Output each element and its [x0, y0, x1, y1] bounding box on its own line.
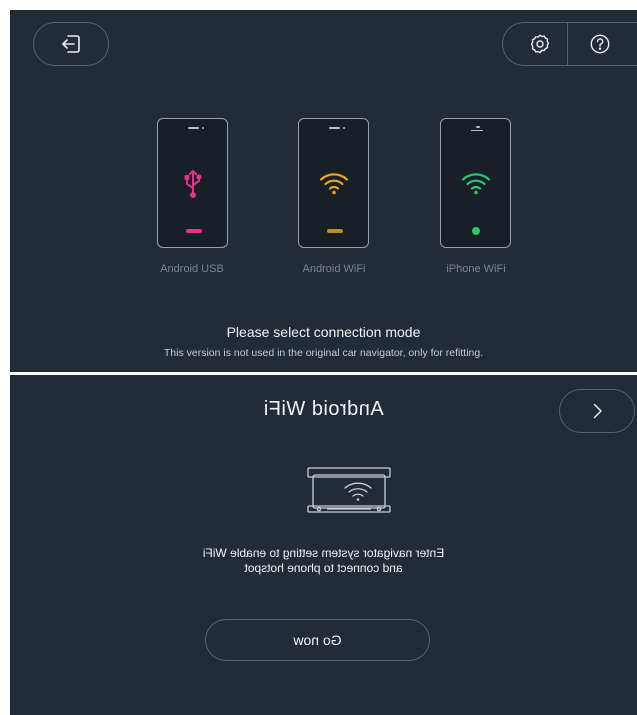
help-icon	[590, 34, 610, 54]
chevron-left-icon	[593, 403, 602, 419]
next-button[interactable]	[559, 389, 635, 433]
home-button	[472, 227, 480, 235]
back-button[interactable]	[33, 22, 109, 66]
help-button[interactable]	[573, 22, 627, 66]
android-usb-option[interactable]	[157, 118, 228, 248]
connection-mode-panel: Android USB Android WiFi iPhone WiFi Ple…	[10, 10, 637, 372]
go-now-label: Go now	[293, 632, 342, 648]
instruction-line-1: Enter navigator system setting to enable…	[202, 546, 445, 560]
phone-camera	[202, 127, 204, 129]
phone-camera	[343, 127, 345, 129]
instruction-text: Enter navigator system setting to enable…	[10, 546, 637, 576]
instruction-line-2: and connect to phone hotspot	[244, 561, 403, 575]
phone-camera	[471, 130, 483, 131]
home-indicator	[327, 229, 343, 233]
wifi-icon	[461, 173, 490, 195]
phone-speaker	[476, 126, 480, 128]
iphone-wifi-option[interactable]	[440, 118, 511, 248]
mirrored-content: Android WiFi Enter navigator system sett…	[10, 375, 637, 715]
usb-icon	[184, 170, 202, 198]
prompt-title: Please select connection mode	[226, 324, 421, 340]
wifi-icon	[319, 173, 348, 195]
car-navigator-icon	[307, 467, 391, 513]
gear-icon	[530, 34, 550, 54]
go-now-button[interactable]: Go now	[205, 619, 430, 661]
home-indicator	[186, 229, 202, 233]
android-wifi-option[interactable]	[298, 118, 369, 248]
phone-speaker	[188, 127, 199, 129]
android-wifi-panel: Android WiFi Enter navigator system sett…	[10, 375, 637, 715]
phone-speaker	[329, 127, 340, 129]
android-wifi-label: Android WiFi	[302, 263, 366, 275]
prompt-subtitle: This version is not used in the original…	[163, 347, 484, 359]
settings-button[interactable]	[513, 22, 567, 66]
exit-icon	[62, 35, 80, 53]
toolbar-divider	[567, 22, 568, 66]
iphone-wifi-label: iPhone WiFi	[446, 263, 506, 275]
page-title: Android WiFi	[263, 398, 384, 420]
android-usb-label: Android USB	[160, 263, 224, 275]
